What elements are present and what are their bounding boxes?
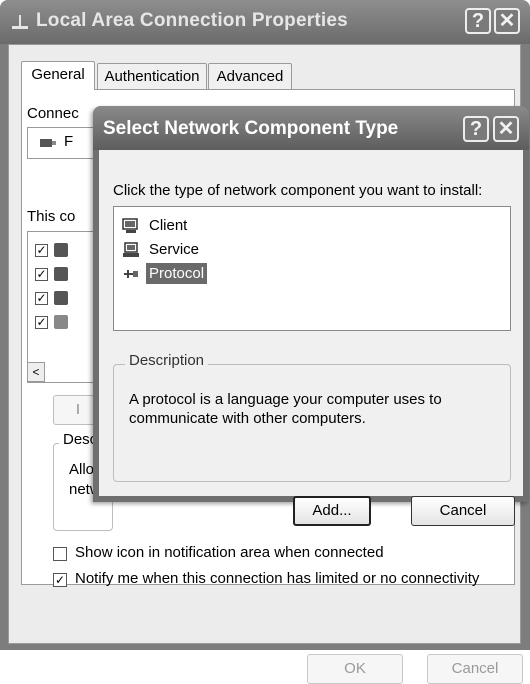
cancel-button[interactable]: Cancel [411, 496, 515, 526]
instruction-text: Click the type of network component you … [113, 182, 483, 199]
back-window-title: Local Area Connection Properties [36, 10, 348, 31]
item-checkbox[interactable]: ✓ [35, 268, 48, 281]
select-network-component-type-dialog: Select Network Component Type ? ✕ Click … [93, 106, 529, 526]
this-connection-uses-label: This co [27, 208, 76, 225]
notify-checkbox[interactable]: ✓ [53, 573, 67, 587]
tab-authentication[interactable]: Authentication [97, 63, 207, 89]
dialog-title: Select Network Component Type [103, 118, 399, 139]
component-label: Service [149, 241, 200, 258]
back-cancel-button[interactable]: Cancel [427, 654, 523, 684]
client-icon [54, 243, 68, 257]
component-label: Client [149, 217, 188, 234]
show-icon-label: Show icon in notification area when conn… [75, 544, 384, 561]
item-checkbox[interactable]: ✓ [35, 244, 48, 257]
list-item-client[interactable]: Client [120, 215, 280, 237]
ok-button[interactable]: OK [307, 654, 403, 684]
service-icon [54, 267, 68, 281]
dialog-title-bar[interactable]: Select Network Component Type ? ✕ [93, 106, 529, 150]
connection-items-list[interactable]: ✓ ✓ ✓ ✓ [27, 231, 103, 383]
list-item-protocol[interactable]: Protocol [120, 263, 280, 285]
description-text: A protocol is a language your computer u… [129, 391, 442, 427]
adapter-name: F [64, 133, 74, 150]
dialog-help-button[interactable]: ? [463, 116, 489, 142]
protocol-icon [54, 315, 68, 329]
tab-general[interactable]: General [21, 61, 95, 90]
back-close-button[interactable]: ✕ [494, 8, 520, 34]
notify-label: Notify me when this connection has limit… [75, 570, 480, 587]
add-button[interactable]: Add... [293, 496, 371, 526]
list-item-service[interactable]: Service [120, 239, 280, 261]
scroll-left-button[interactable]: < [27, 362, 45, 382]
connect-using-label: Connec [27, 105, 79, 122]
network-connection-icon [12, 15, 28, 29]
service-icon [123, 242, 139, 257]
back-help-button[interactable]: ? [465, 8, 491, 34]
component-label: Protocol [146, 263, 208, 284]
service-icon [54, 291, 68, 305]
dialog-close-button[interactable]: ✕ [493, 116, 519, 142]
tab-advanced[interactable]: Advanced [208, 63, 292, 89]
protocol-icon [124, 270, 138, 278]
adapter-field: F [27, 127, 103, 159]
item-checkbox[interactable]: ✓ [35, 316, 48, 329]
client-icon [122, 218, 138, 233]
description-legend: Description [125, 352, 209, 369]
back-title-bar[interactable]: Local Area Connection Properties ? ✕ [0, 0, 530, 44]
item-checkbox[interactable]: ✓ [35, 292, 48, 305]
network-adapter-icon [40, 139, 56, 147]
dialog-client-area: Click the type of network component you … [99, 150, 523, 526]
component-type-list[interactable]: Client Service Protocol [113, 206, 511, 331]
show-icon-checkbox[interactable] [53, 547, 67, 561]
